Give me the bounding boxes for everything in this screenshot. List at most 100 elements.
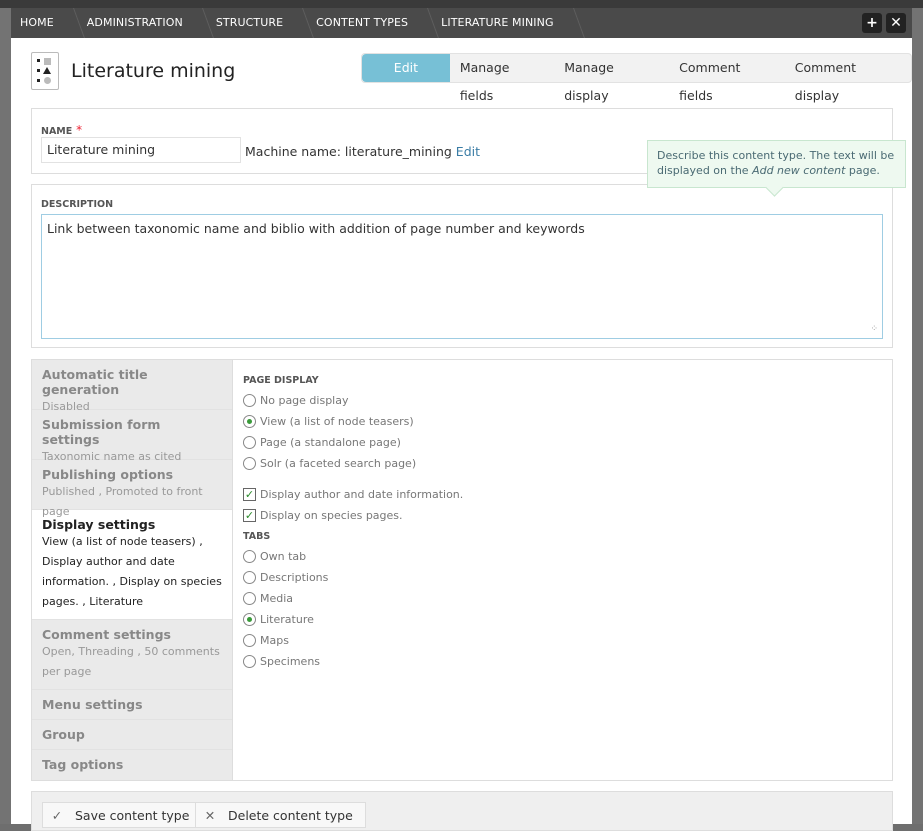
radio-selected-icon[interactable]: [243, 415, 256, 428]
radio-selected-icon[interactable]: [243, 613, 256, 626]
tab-manage-fields[interactable]: Manage fields: [450, 54, 554, 103]
radio-icon[interactable]: [243, 457, 256, 470]
overlay-actions: + ✕: [862, 13, 906, 33]
overlay-breadcrumb-bar: HOME ADMINISTRATION STRUCTURE CONTENT TY…: [11, 8, 912, 38]
delete-button[interactable]: ✕ Delete content type: [195, 802, 366, 828]
radio-label: Descriptions: [260, 571, 329, 584]
vtab-publishing-options[interactable]: Publishing options Published , Promoted …: [32, 460, 232, 518]
description-label: DESCRIPTION: [41, 199, 114, 210]
breadcrumb-content-types[interactable]: CONTENT TYPES: [307, 8, 432, 38]
checkbox-checked-icon[interactable]: ✓: [243, 509, 256, 522]
radio-icon[interactable]: [243, 436, 256, 449]
delete-button-label: Delete content type: [228, 807, 353, 823]
radio-label: No page display: [260, 394, 349, 407]
radio-icon[interactable]: [243, 655, 256, 668]
machine-name: Machine name: literature_mining Edit: [245, 144, 480, 159]
tab-manage-display[interactable]: Manage display: [554, 54, 669, 103]
radio-label: Specimens: [260, 655, 321, 668]
required-mark: *: [76, 123, 83, 137]
page-display-label: PAGE DISPLAY: [243, 375, 319, 386]
checkbox-label: Display author and date information.: [260, 488, 464, 501]
description-tooltip: Describe this content type. The text wil…: [647, 140, 906, 188]
vtab-title: Automatic title generation: [42, 367, 148, 397]
radio-label: Own tab: [260, 550, 307, 563]
vtab-summary: View (a list of node teasers) , Display …: [42, 535, 222, 608]
radio-media[interactable]: Media: [243, 592, 293, 605]
radio-icon[interactable]: [243, 592, 256, 605]
name-label: NAME: [41, 126, 73, 137]
radio-maps[interactable]: Maps: [243, 634, 289, 647]
vtab-submission-form[interactable]: Submission form settings Taxonomic name …: [32, 410, 232, 463]
vtab-title: Submission form settings: [42, 417, 161, 447]
checkbox-species-pages[interactable]: ✓ Display on species pages.: [243, 509, 403, 522]
vtab-menu-settings[interactable]: Menu settings: [32, 690, 232, 720]
name-label-wrap: NAME *: [41, 123, 82, 137]
breadcrumb-literature-mining[interactable]: LITERATURE MINING: [432, 8, 577, 38]
vtab-title: Tag options: [42, 757, 124, 772]
add-shortcut-icon[interactable]: +: [862, 13, 882, 33]
radio-own-tab[interactable]: Own tab: [243, 550, 306, 563]
radio-page[interactable]: Page (a standalone page): [243, 436, 401, 449]
radio-icon[interactable]: [243, 571, 256, 584]
name-input[interactable]: Literature mining: [41, 137, 241, 163]
delete-icon: ✕: [204, 807, 216, 823]
page-header: Literature mining: [31, 52, 235, 90]
check-icon: ✓: [51, 807, 63, 823]
content-type-icon: [31, 52, 59, 90]
tabs-label: TABS: [243, 531, 271, 542]
vtab-automatic-title[interactable]: Automatic title generation Disabled: [32, 360, 232, 413]
radio-label: Solr (a faceted search page): [260, 457, 417, 470]
radio-no-page-display[interactable]: No page display: [243, 394, 348, 407]
backdrop-toolbar: [0, 0, 923, 8]
radio-label: Literature: [260, 613, 314, 626]
tooltip-text-end: page.: [845, 164, 880, 177]
radio-icon[interactable]: [243, 634, 256, 647]
vtab-title: Display settings: [42, 517, 156, 532]
breadcrumb-administration[interactable]: ADMINISTRATION: [78, 8, 207, 38]
display-settings-pane: PAGE DISPLAY No page display View (a lis…: [232, 360, 892, 780]
description-fieldset: DESCRIPTION Link between taxonomic name …: [31, 184, 893, 348]
resize-grip-icon[interactable]: ⁘: [870, 324, 877, 334]
machine-name-edit-link[interactable]: Edit: [456, 144, 480, 159]
vertical-tabs: Automatic title generation Disabled Subm…: [31, 359, 893, 781]
radio-icon[interactable]: [243, 394, 256, 407]
save-button[interactable]: ✓ Save content type: [42, 802, 203, 828]
radio-literature[interactable]: Literature: [243, 613, 314, 626]
vtab-group[interactable]: Group: [32, 720, 232, 750]
machine-name-text: Machine name: literature_mining: [245, 144, 452, 159]
vtab-title: Menu settings: [42, 697, 143, 712]
tab-edit[interactable]: Edit: [362, 54, 450, 82]
description-text: Link between taxonomic name and biblio w…: [47, 221, 585, 236]
form-actions: ✓ Save content type ✕ Delete content typ…: [31, 791, 893, 831]
checkbox-author-date[interactable]: ✓ Display author and date information.: [243, 488, 463, 501]
vtab-comment-settings[interactable]: Comment settings Open, Threading , 50 co…: [32, 620, 232, 690]
save-button-label: Save content type: [75, 807, 190, 823]
description-textarea[interactable]: Link between taxonomic name and biblio w…: [41, 214, 883, 339]
radio-label: View (a list of node teasers): [260, 415, 414, 428]
radio-solr[interactable]: Solr (a faceted search page): [243, 457, 416, 470]
tab-comment-display[interactable]: Comment display: [785, 54, 911, 103]
radio-label: Page (a standalone page): [260, 436, 401, 449]
primary-tabs: Edit Manage fields Manage display Commen…: [361, 53, 912, 103]
breadcrumb-structure[interactable]: STRUCTURE: [207, 8, 307, 38]
checkbox-checked-icon[interactable]: ✓: [243, 488, 256, 501]
vtab-display-settings[interactable]: Display settings View (a list of node te…: [32, 510, 232, 620]
tab-comment-fields[interactable]: Comment fields: [669, 54, 785, 103]
radio-specimens[interactable]: Specimens: [243, 655, 320, 668]
radio-view[interactable]: View (a list of node teasers): [243, 415, 414, 428]
vtab-tag-options[interactable]: Tag options: [32, 750, 232, 780]
close-icon[interactable]: ✕: [886, 13, 906, 33]
vtab-summary: Open, Threading , 50 comments per page: [42, 645, 220, 678]
checkbox-label: Display on species pages.: [260, 509, 403, 522]
vtab-title: Publishing options: [42, 467, 174, 482]
radio-descriptions[interactable]: Descriptions: [243, 571, 328, 584]
vertical-tabs-list: Automatic title generation Disabled Subm…: [32, 360, 232, 780]
tooltip-emphasis: Add new content: [752, 164, 846, 177]
vtab-title: Group: [42, 727, 85, 742]
radio-label: Maps: [260, 634, 289, 647]
radio-icon[interactable]: [243, 550, 256, 563]
vtab-title: Comment settings: [42, 627, 171, 642]
radio-label: Media: [260, 592, 294, 605]
breadcrumb-home[interactable]: HOME: [11, 8, 78, 38]
overlay-panel: Literature mining Edit Manage fields Man…: [11, 38, 912, 831]
